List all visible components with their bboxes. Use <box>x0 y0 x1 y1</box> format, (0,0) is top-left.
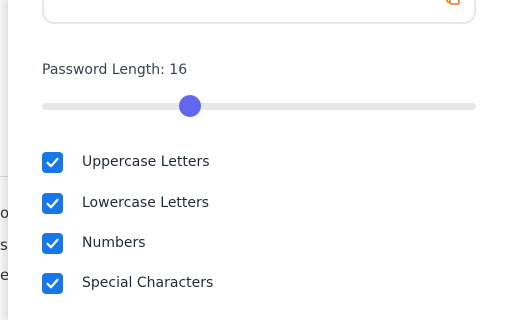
uppercase-label[interactable]: Uppercase Letters <box>82 154 210 170</box>
lowercase-label[interactable]: Lowercase Letters <box>82 195 209 211</box>
option-lowercase[interactable]: Lowercase Letters <box>42 191 209 215</box>
numbers-label[interactable]: Numbers <box>82 235 146 251</box>
generated-password-field[interactable]: ••••••••••••• <box>42 0 476 24</box>
password-generator-panel: ••••••••••••• Password Length: 16 Upperc… <box>8 0 512 320</box>
option-uppercase[interactable]: Uppercase Letters <box>42 150 210 174</box>
slider-thumb[interactable] <box>179 95 201 117</box>
lowercase-checkbox[interactable] <box>42 192 63 214</box>
slider-fill <box>42 103 190 110</box>
special-characters-checkbox[interactable] <box>42 272 63 294</box>
background-text-fragment: o <box>0 206 8 221</box>
copy-icon[interactable] <box>446 0 460 5</box>
checkmark-icon <box>46 278 59 288</box>
checkmark-icon <box>46 238 59 248</box>
background-text-fragment: e <box>0 268 8 283</box>
checkmark-icon <box>46 157 59 167</box>
special-characters-label[interactable]: Special Characters <box>82 275 213 291</box>
option-special-characters[interactable]: Special Characters <box>42 271 213 295</box>
password-length-slider[interactable] <box>42 95 476 117</box>
screen: o si e ••••••••••••• Password Length: 16 <box>0 0 512 320</box>
option-numbers[interactable]: Numbers <box>42 231 146 255</box>
password-length-label: Password Length: 16 <box>42 62 188 78</box>
checkmark-icon <box>46 198 59 208</box>
background-text-fragment: si <box>0 238 8 253</box>
uppercase-checkbox[interactable] <box>42 151 63 173</box>
background-divider <box>0 176 8 177</box>
generated-password-text: ••••••••••••• <box>72 0 210 7</box>
numbers-checkbox[interactable] <box>42 232 63 254</box>
